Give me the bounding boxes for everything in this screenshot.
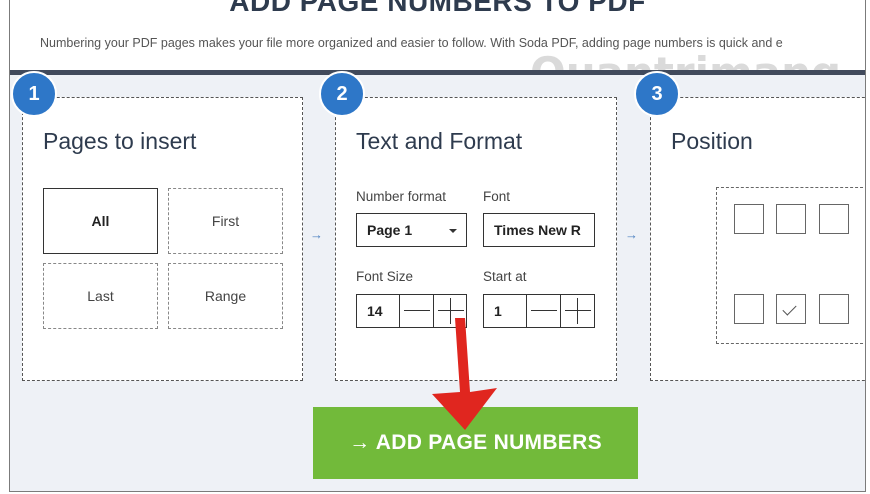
font-select[interactable]: Times New R: [483, 213, 595, 247]
option-last-button[interactable]: Last: [43, 263, 158, 329]
step-2-badge: 2: [319, 71, 365, 117]
step-1-badge: 1: [11, 71, 57, 117]
minus-icon: [404, 310, 430, 311]
option-first-button[interactable]: First: [168, 188, 283, 254]
option-all-button[interactable]: All: [43, 188, 158, 254]
add-page-numbers-button[interactable]: → ADD PAGE NUMBERS: [313, 407, 638, 479]
start-at-stepper: 1: [483, 294, 595, 328]
step-3-badge: 3: [634, 71, 680, 117]
chevron-down-icon: [449, 229, 457, 233]
flow-arrow-1: →: [310, 227, 323, 242]
position-bottom-center[interactable]: [776, 294, 806, 324]
plus-icon: [565, 310, 591, 311]
position-panel: 3 Position: [634, 71, 865, 381]
font-value: Times New R: [494, 222, 581, 238]
font-size-label: Font Size: [356, 269, 414, 284]
position-title: Position: [671, 128, 753, 154]
font-size-decrement-button[interactable]: [399, 295, 434, 327]
position-bottom-left[interactable]: [734, 294, 764, 324]
font-label: Font: [483, 189, 511, 204]
number-format-label: Number format: [356, 189, 447, 204]
text-and-format-title: Text and Format: [356, 128, 523, 154]
number-format-value: Page 1: [367, 222, 413, 238]
start-at-decrement-button[interactable]: [526, 295, 561, 327]
app-frame: ADD PAGE NUMBERS TO PDF Numbering your P…: [9, 0, 866, 492]
start-at-label: Start at: [483, 269, 527, 284]
plus-icon: [438, 310, 464, 311]
font-size-value: 14: [367, 303, 383, 319]
main-content: 1 Pages to insert All First Last Range →…: [10, 71, 865, 491]
number-format-select[interactable]: Page 1: [356, 213, 467, 247]
pages-to-insert-panel: 1 Pages to insert All First Last Range: [11, 71, 303, 381]
position-bottom-right[interactable]: [819, 294, 849, 324]
page-header: ADD PAGE NUMBERS TO PDF Numbering your P…: [10, 0, 865, 97]
position-top-left[interactable]: [734, 204, 764, 234]
pages-to-insert-title: Pages to insert: [43, 128, 197, 154]
minus-icon: [531, 310, 557, 311]
start-at-value: 1: [494, 303, 502, 319]
font-size-stepper: 14: [356, 294, 467, 328]
option-range-button[interactable]: Range: [168, 263, 283, 329]
start-at-increment-button[interactable]: [560, 295, 595, 327]
checkmark-icon: [782, 301, 797, 316]
position-top-center[interactable]: [776, 204, 806, 234]
page-title: ADD PAGE NUMBERS TO PDF: [229, 0, 646, 17]
position-grid: [716, 187, 865, 344]
flow-arrow-2: →: [625, 227, 638, 242]
font-size-increment-button[interactable]: [433, 295, 468, 327]
position-top-right[interactable]: [819, 204, 849, 234]
text-and-format-panel: 2 Text and Format Number format Page 1 F…: [319, 71, 617, 381]
